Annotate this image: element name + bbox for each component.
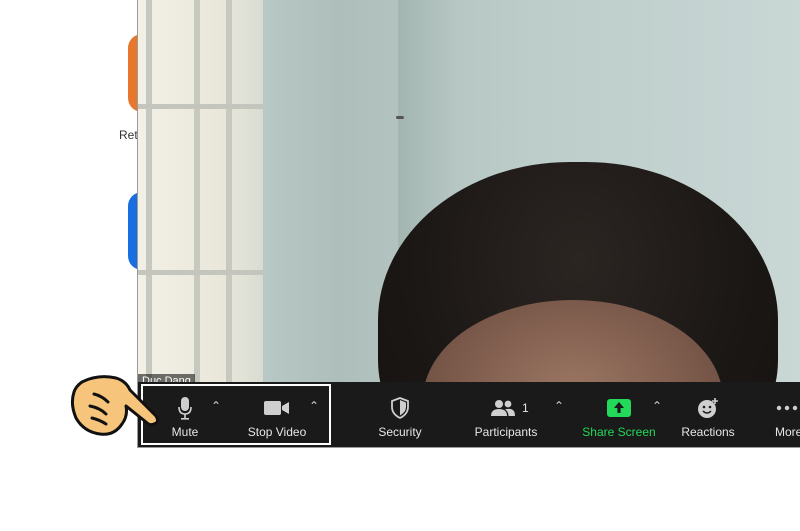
meeting-toolbar: Mute ⌃ Stop Video ⌃ Security 1 Participa… <box>138 382 800 447</box>
participants-count: 1 <box>522 401 529 415</box>
more-button[interactable]: More <box>772 382 800 447</box>
participant-video: Duc Dang <box>138 0 800 382</box>
window-light <box>138 0 263 382</box>
share-screen-button[interactable]: Share Screen <box>582 382 656 447</box>
background-zoom-window: Ret <box>0 0 158 531</box>
participants-label: Participants <box>474 425 538 439</box>
wall-mark <box>396 116 404 119</box>
reactions-button[interactable]: Reactions <box>678 382 738 447</box>
audio-options-caret-icon[interactable]: ⌃ <box>211 400 221 412</box>
window-bar <box>226 0 232 382</box>
window-bar <box>138 104 263 109</box>
security-label: Security <box>378 425 422 439</box>
shield-icon <box>391 397 409 419</box>
window-bar <box>194 0 200 382</box>
share-screen-icon <box>607 399 631 417</box>
stop-video-button[interactable]: Stop Video <box>244 382 310 447</box>
mute-label: Mute <box>171 425 199 439</box>
video-camera-icon <box>264 401 289 415</box>
mute-button[interactable]: Mute <box>160 382 210 447</box>
window-bar <box>146 0 152 382</box>
reactions-label: Reactions <box>681 425 735 439</box>
stop-video-label: Stop Video <box>247 425 307 439</box>
window-bar <box>138 270 263 275</box>
pointing-hand-icon <box>70 375 160 436</box>
background-tile-label: Ret <box>119 128 138 142</box>
microphone-icon <box>178 397 192 420</box>
more-label: More <box>775 425 800 439</box>
participants-button[interactable]: 1 Participants <box>472 382 540 447</box>
more-dots-icon <box>776 405 798 411</box>
share-options-caret-icon[interactable]: ⌃ <box>652 400 662 412</box>
smiley-icon <box>698 398 718 418</box>
security-button[interactable]: Security <box>374 382 426 447</box>
participants-options-caret-icon[interactable]: ⌃ <box>554 400 564 412</box>
people-icon <box>491 400 515 416</box>
video-options-caret-icon[interactable]: ⌃ <box>309 400 319 412</box>
meeting-window: Duc Dang Mute ⌃ Stop Video ⌃ Security 1 … <box>137 0 800 448</box>
share-screen-label: Share Screen <box>582 425 656 439</box>
